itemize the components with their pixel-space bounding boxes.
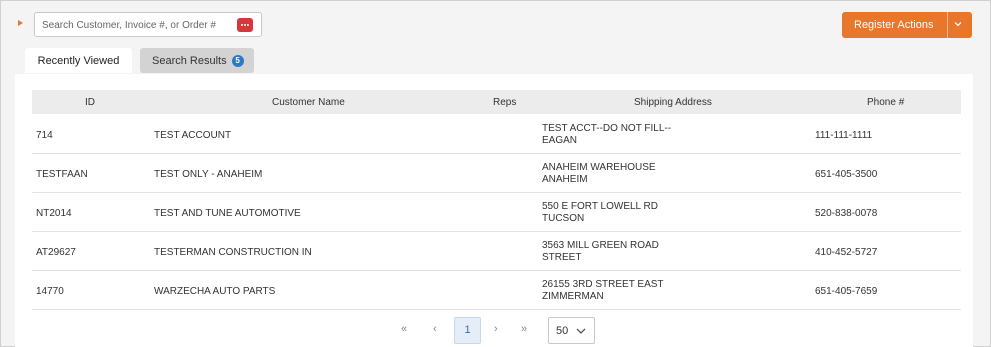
cell-customer-name: TEST AND TUNE AUTOMOTIVE [154, 208, 301, 219]
expand-triangle-icon[interactable] [18, 20, 23, 26]
cell-phone: 651-405-3500 [815, 169, 878, 180]
cell-id: TESTFAAN [36, 169, 88, 180]
column-header-customer-name[interactable]: Customer Name [272, 97, 345, 108]
cell-id: 14770 [36, 286, 64, 297]
cell-id: NT2014 [36, 208, 72, 219]
table-row[interactable]: 714 TEST ACCOUNT TEST ACCT--DO NOT FILL-… [32, 115, 961, 154]
cell-phone: 410-452-5727 [815, 247, 878, 258]
tab-search-results-label: Search Results [152, 54, 227, 67]
cell-shipping-address: 550 E FORT LOWELL RD TUCSON [542, 201, 658, 225]
address-line-1: 26155 3RD STREET EAST [542, 279, 664, 290]
pagination: « ‹ 1 › » 50 [15, 317, 973, 345]
tab-recently-viewed[interactable]: Recently Viewed [25, 48, 132, 73]
table-row[interactable]: NT2014 TEST AND TUNE AUTOMOTIVE 550 E FO… [32, 193, 961, 232]
cell-shipping-address: 3563 MILL GREEN ROAD STREET [542, 240, 659, 264]
table-header: ID Customer Name Reps Shipping Address P… [32, 90, 961, 114]
address-line-2: STREET [542, 252, 582, 263]
table-row[interactable]: AT29627 TESTERMAN CONSTRUCTION IN 3563 M… [32, 232, 961, 271]
cell-shipping-address: 26155 3RD STREET EAST ZIMMERMAN [542, 279, 664, 303]
cell-customer-name: WARZECHA AUTO PARTS [154, 286, 276, 297]
next-page-button[interactable]: › [494, 323, 498, 335]
column-header-phone[interactable]: Phone # [867, 97, 904, 108]
table-row[interactable]: TESTFAAN TEST ONLY - ANAHEIM ANAHEIM WAR… [32, 154, 961, 193]
search-box[interactable] [34, 12, 262, 37]
tab-search-results[interactable]: Search Results 5 [140, 48, 254, 73]
page-size-select[interactable]: 50 [548, 317, 595, 344]
address-line-1: 550 E FORT LOWELL RD [542, 201, 658, 212]
cell-phone: 111-111-1111 [815, 130, 873, 141]
chevron-down-icon [576, 328, 586, 334]
column-header-reps[interactable]: Reps [493, 97, 516, 108]
cell-customer-name: TEST ONLY - ANAHEIM [154, 169, 263, 180]
address-line-1: ANAHEIM WAREHOUSE [542, 162, 656, 173]
prev-page-button[interactable]: ‹ [433, 323, 437, 335]
tab-recently-viewed-label: Recently Viewed [37, 54, 120, 67]
cell-id: AT29627 [36, 247, 76, 258]
last-page-button[interactable]: » [521, 323, 527, 335]
search-results-count-badge: 5 [231, 54, 244, 67]
address-line-1: 3563 MILL GREEN ROAD [542, 240, 659, 251]
page-size-value: 50 [556, 325, 569, 337]
page-frame: Register Actions Recently Viewed Search … [0, 0, 991, 347]
address-line-1: TEST ACCT--DO NOT FILL-- [542, 123, 672, 134]
column-header-shipping-address[interactable]: Shipping Address [634, 97, 712, 108]
address-line-2: EAGAN [542, 135, 578, 146]
results-panel: ID Customer Name Reps Shipping Address P… [15, 74, 973, 347]
address-line-2: TUCSON [542, 213, 585, 224]
column-header-id[interactable]: ID [85, 97, 95, 108]
chevron-down-icon[interactable] [954, 20, 962, 28]
table-row[interactable]: 14770 WARZECHA AUTO PARTS 26155 3RD STRE… [32, 271, 961, 310]
address-line-2: ZIMMERMAN [542, 291, 604, 302]
cell-customer-name: TESTERMAN CONSTRUCTION IN [154, 247, 312, 258]
cell-id: 714 [36, 130, 53, 141]
page-button-current[interactable]: 1 [454, 317, 481, 344]
register-actions-label: Register Actions [854, 19, 934, 31]
cell-shipping-address: TEST ACCT--DO NOT FILL-- EAGAN [542, 123, 671, 147]
search-input[interactable] [42, 18, 232, 32]
cell-phone: 651-405-7659 [815, 286, 878, 297]
cell-shipping-address: ANAHEIM WAREHOUSE ANAHEIM [542, 162, 656, 186]
cell-phone: 520-838-0078 [815, 208, 878, 219]
address-line-2: ANAHEIM [542, 174, 588, 185]
cell-customer-name: TEST ACCOUNT [154, 130, 232, 141]
button-divider [947, 12, 948, 38]
register-actions-button[interactable]: Register Actions [842, 12, 972, 38]
first-page-button[interactable]: « [401, 323, 407, 335]
credit-card-icon[interactable] [237, 18, 253, 32]
